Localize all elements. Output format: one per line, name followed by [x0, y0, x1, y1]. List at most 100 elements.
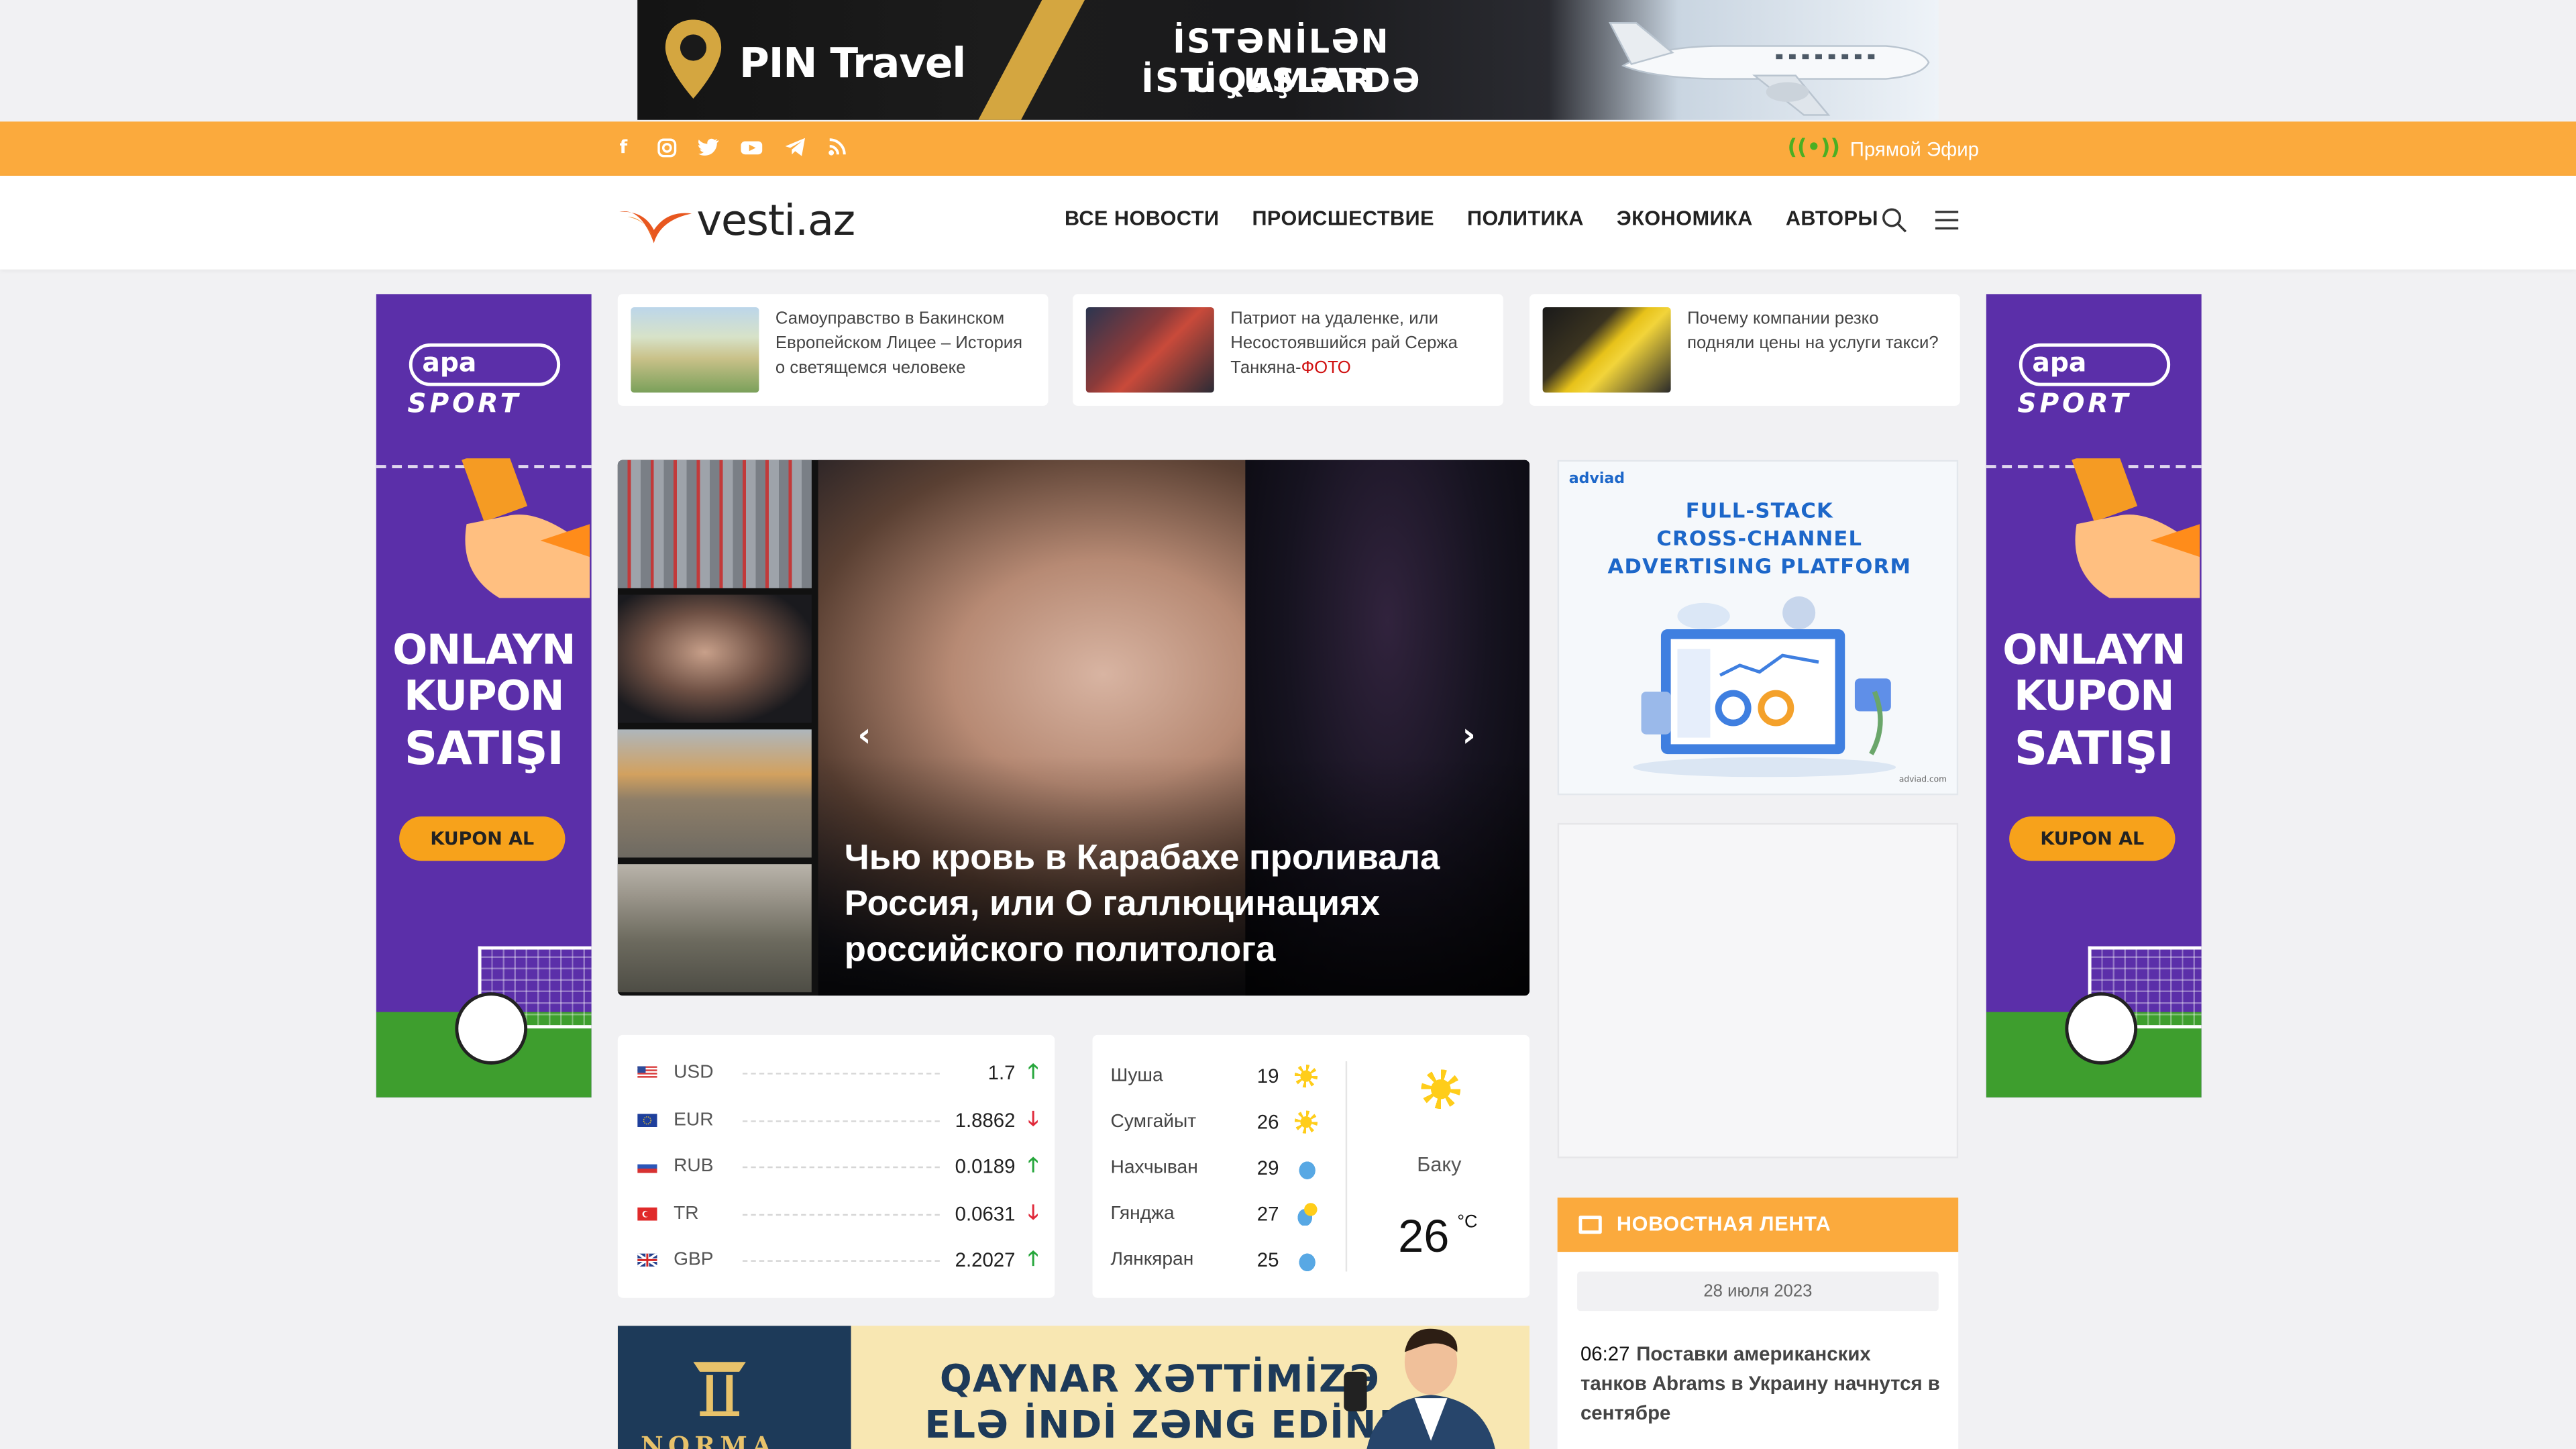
- menu-politics[interactable]: ПОЛИТИКА: [1467, 207, 1584, 230]
- currency-row: GBP 2.2027 🡑: [637, 1246, 1038, 1273]
- slider-thumbnail[interactable]: [617, 460, 812, 588]
- sun-icon: [1295, 1110, 1318, 1134]
- feed-date: 28 июля 2023: [1577, 1271, 1939, 1311]
- search-icon[interactable]: [1880, 205, 1909, 235]
- businessman-image: [1344, 1328, 1495, 1449]
- sport-logo: SPORT: [407, 387, 522, 419]
- instagram-icon[interactable]: [654, 135, 679, 160]
- right-side-ad[interactable]: apa SPORT ONLAYN KUPON SATIŞI KUPON AL: [1986, 294, 2202, 1097]
- tr-flag-icon: [637, 1208, 657, 1221]
- weather-city: Лянкяран: [1110, 1250, 1194, 1271]
- ad-headline-2: UÇUŞLAR: [1189, 60, 1374, 101]
- menu-economy[interactable]: ЭКОНОМИКА: [1617, 207, 1753, 230]
- ad-line-1: FULL-STACK: [1685, 498, 1833, 523]
- weather-temp: 27: [1256, 1202, 1279, 1226]
- menu-authors[interactable]: АВТОРЫ: [1786, 207, 1878, 230]
- hero-title[interactable]: Чью кровь в Карабахе проливала Россия, и…: [845, 835, 1502, 973]
- ad-line-1: ONLAYN: [392, 626, 576, 674]
- youtube-icon[interactable]: [739, 135, 764, 160]
- apa-logo: apa: [2019, 343, 2171, 386]
- us-flag-icon: [637, 1066, 657, 1079]
- arrow-up-icon: 🡑: [1028, 1059, 1038, 1082]
- ad-line-3: SATIŞI: [2014, 721, 2174, 775]
- currency-value: 1.8862: [955, 1109, 1016, 1132]
- sun-icon: [1421, 1069, 1461, 1110]
- feed-item-time: 06:27: [1580, 1342, 1630, 1366]
- ad-logo-panel: NORMA: [617, 1326, 851, 1449]
- slider-thumbnail[interactable]: [617, 594, 812, 723]
- facebook-icon[interactable]: f: [611, 135, 636, 160]
- hand-ticket-image: [2072, 458, 2200, 598]
- currency-code: USD: [674, 1063, 714, 1083]
- logo-text: vesti.az: [696, 197, 855, 247]
- menu-incidents[interactable]: ПРОИСШЕСТВИЕ: [1252, 207, 1434, 230]
- currency-code: GBP: [674, 1250, 714, 1271]
- weather-row: Сумгайыт 26: [1111, 1109, 1318, 1135]
- ad-line-2: KUPON: [2014, 672, 2174, 720]
- newspaper-icon: [1578, 1216, 1602, 1234]
- weather-widget: Шуша 19 Сумгайыт 26 Нахчыван 29 Гянджа 2…: [1092, 1034, 1530, 1298]
- twitter-icon[interactable]: [696, 135, 721, 160]
- column-logo-icon: [693, 1362, 746, 1417]
- slider-thumbnail[interactable]: [617, 864, 812, 993]
- news-card[interactable]: Самоуправство в Бакинском Европейском Ли…: [617, 294, 1049, 406]
- currency-code: EUR: [674, 1110, 714, 1130]
- kupon-al-button[interactable]: KUPON AL: [2009, 816, 2176, 861]
- news-card[interactable]: Патриот на удаленке, или Несостоявшийся …: [1073, 294, 1503, 406]
- weather-temp: 29: [1256, 1157, 1279, 1180]
- weather-city: Гянджа: [1110, 1204, 1175, 1224]
- adviad-banner[interactable]: adviad FULL-STACK CROSS-CHANNEL ADVERTIS…: [1557, 460, 1959, 796]
- live-stream-link[interactable]: ((•)) Прямой Эфир: [1788, 136, 1979, 161]
- news-feed-header: НОВОСТНАЯ ЛЕНТА: [1557, 1197, 1959, 1252]
- live-label: Прямой Эфир: [1849, 137, 1980, 160]
- rss-icon[interactable]: [824, 135, 849, 160]
- weather-main-temp: 26: [1398, 1210, 1450, 1262]
- hamburger-menu-icon[interactable]: [1932, 205, 1962, 235]
- weather-row: Нахчыван 29: [1111, 1155, 1318, 1181]
- currency-row: USD 1.7 🡑: [637, 1059, 1038, 1086]
- ru-flag-icon: [637, 1159, 657, 1173]
- hero-article[interactable]: ‹ › Чью кровь в Карабахе проливала Росси…: [818, 460, 1530, 996]
- news-card[interactable]: Почему компании резко подняли цены на ус…: [1529, 294, 1960, 406]
- top-bar: f ((•)) Прямой Эфир: [0, 121, 2576, 176]
- top-ad-banner[interactable]: PIN Travel İSTƏNİLƏN İSTİQAMƏTDƏ UÇUŞLAR: [637, 0, 1939, 120]
- featured-slider: ‹ › Чью кровь в Карабахе проливала Росси…: [617, 460, 1530, 996]
- weather-main-city: Баку: [1417, 1153, 1462, 1177]
- chevron-right-icon[interactable]: ›: [1462, 714, 1476, 754]
- eu-flag-icon: [637, 1114, 657, 1128]
- currency-value: 1.7: [987, 1061, 1016, 1085]
- social-links: f: [611, 135, 849, 160]
- site-logo[interactable]: vesti.az: [618, 197, 855, 246]
- left-side-ad[interactable]: apa SPORT ONLAYN KUPON SATIŞI KUPON AL: [376, 294, 592, 1097]
- news-thumbnail: [631, 307, 759, 393]
- currency-value: 2.2027: [955, 1248, 1016, 1272]
- currency-row: EUR 1.8862 🡓: [637, 1106, 1038, 1134]
- feed-item[interactable]: 06:27 Поставки американских танков Abrams…: [1580, 1339, 1942, 1428]
- ad-line-3: SATIŞI: [404, 721, 564, 775]
- weather-row: Шуша 19: [1111, 1063, 1318, 1089]
- weather-temp: 25: [1256, 1248, 1279, 1272]
- feed-item-title: Поставки американских танков Abrams в Ук…: [1580, 1342, 1940, 1425]
- currency-row: RUB 0.0189 🡑: [637, 1152, 1038, 1179]
- norma-ad-banner[interactable]: NORMA QAYNAR XƏTTİMİZƏ ELƏ İNDİ ZƏNG EDİ…: [617, 1326, 1530, 1449]
- dashboard-illustration: [1633, 596, 1896, 777]
- currency-row: TR 0.0631 🡓: [637, 1200, 1038, 1227]
- slider-thumbnail[interactable]: [617, 729, 812, 858]
- news-feed-title: НОВОСТНАЯ ЛЕНТА: [1616, 1212, 1831, 1236]
- currency-widget: USD 1.7 🡑 EUR 1.8862 🡓 RUB 0.0189 🡑 TR 0…: [617, 1034, 1055, 1298]
- weather-temp: 26: [1256, 1110, 1279, 1134]
- main-menu: ВСЕ НОВОСТИ ПРОИСШЕСТВИЕ ПОЛИТИКА ЭКОНОМ…: [1065, 207, 1878, 230]
- ad-brand: PIN Travel: [739, 39, 966, 87]
- adviad-logo: adviad: [1568, 471, 1625, 488]
- menu-all-news[interactable]: ВСЕ НОВОСТИ: [1065, 207, 1220, 230]
- news-card-title: Самоуправство в Бакинском Европейском Ли…: [775, 309, 1023, 378]
- kupon-al-button[interactable]: KUPON AL: [399, 816, 566, 861]
- ad-line-3: ADVERTISING PLATFORM: [1607, 553, 1912, 579]
- arrow-up-icon: 🡑: [1028, 1152, 1038, 1176]
- weather-unit: °C: [1457, 1212, 1478, 1232]
- ad-brand: NORMA: [641, 1431, 777, 1449]
- telegram-icon[interactable]: [782, 135, 807, 160]
- live-broadcast-icon: ((•)): [1787, 136, 1841, 162]
- empty-ad-slot: [1557, 822, 1959, 1159]
- chevron-left-icon[interactable]: ‹: [857, 714, 871, 754]
